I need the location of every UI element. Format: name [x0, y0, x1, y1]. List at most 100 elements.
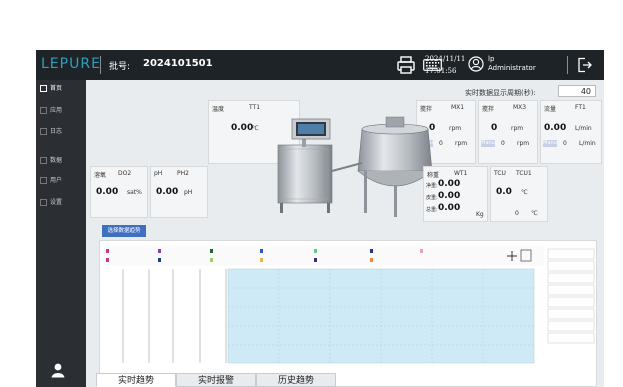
refresh-period-label: 实时数据显示周期(秒): — [465, 89, 536, 97]
sidebar-item-settings[interactable]: 设置 — [40, 196, 62, 210]
card-caption: 温度 — [212, 106, 225, 113]
tcu-value: 0.0 — [496, 187, 512, 197]
manual-button[interactable]: Manu — [543, 140, 557, 147]
sidebar-item-apps[interactable]: 应用 — [40, 104, 62, 118]
user-icon[interactable] — [468, 56, 484, 72]
mixer3-card: 搅拌 MX3 0 rpm Manu 0 rpm — [478, 100, 538, 164]
plot-area[interactable] — [227, 268, 535, 364]
chart-legend — [104, 246, 544, 266]
card-tag: TT1 — [249, 104, 261, 111]
print-icon[interactable] — [396, 55, 416, 75]
card-caption: pH — [154, 170, 163, 177]
trend-chart-panel — [99, 240, 597, 387]
user-name: lp — [488, 55, 495, 63]
sidebar-item-label: 应用 — [50, 107, 63, 114]
net-weight-label: 净重: — [426, 183, 438, 189]
ph-value: 0.00 — [156, 187, 179, 197]
zoom-button[interactable] — [547, 320, 595, 332]
trend-chart — [104, 246, 595, 364]
tare-weight-value: 0.00 — [438, 191, 461, 201]
mixer3-manual-unit: rpm — [517, 140, 530, 147]
flow-value: 0.00 — [544, 123, 567, 133]
flow-unit: L/min — [575, 125, 592, 132]
batch-number: 2024101501 — [143, 58, 213, 69]
operator-icon — [51, 363, 65, 378]
card-tag: MX3 — [513, 104, 527, 111]
settings-icon — [40, 199, 47, 206]
home-icon — [40, 85, 47, 92]
dissolved-oxygen-card: 溶氧 DO2 0.00 sat% — [90, 166, 148, 218]
sidebar-item-label: 首页 — [50, 85, 63, 92]
batch-label: 批号: — [109, 62, 131, 72]
mixer3-value: 0 — [491, 123, 498, 133]
sidebar-item-logs[interactable]: 日志 — [40, 125, 62, 139]
current-date: 2024/11/11 — [425, 55, 466, 63]
users-icon — [40, 177, 47, 184]
pan-button[interactable] — [547, 308, 595, 320]
flow-card: 流量 FT1 0.00 L/min Manu 0 L/min — [540, 100, 602, 164]
weight-card: 称重 WT1 净重: 0.00 皮重: 0.00 总重: 0.00 Kg — [423, 166, 488, 222]
mixer3-manual-value: 0 — [501, 140, 505, 147]
scale-x-button[interactable] — [547, 272, 595, 284]
card-tag: PH2 — [177, 170, 189, 177]
sidebar-item-label: 设置 — [50, 199, 63, 206]
tare-weight-label: 皮重: — [426, 195, 438, 201]
select-trend-button[interactable]: 选择数据趋势 — [102, 225, 146, 237]
tcu-unit: ℃ — [521, 189, 528, 196]
flow-manual-unit: L/min — [579, 140, 596, 147]
card-tag: MX1 — [451, 104, 465, 111]
sidebar-item-home[interactable]: 首页 — [40, 82, 62, 96]
refresh-period-input[interactable]: 40 — [558, 85, 596, 97]
manual-button[interactable]: Manu — [481, 140, 495, 147]
user-role: Administrator — [488, 64, 536, 72]
temperature-value: 0.00 — [231, 123, 254, 133]
gross-weight-value: 0.00 — [438, 203, 461, 213]
dashboard: 实时数据显示周期(秒): 40 温度 TT1 0.00 ℃ 搅拌 MX1 0 r… — [86, 80, 604, 387]
card-caption: 搅拌 — [482, 106, 495, 113]
card-tag: WT1 — [454, 170, 468, 177]
card-tag: FT1 — [575, 104, 586, 111]
logout-icon[interactable] — [577, 57, 593, 73]
flow-manual-value: 0 — [563, 140, 567, 147]
mixer1-unit: rpm — [449, 125, 462, 132]
tcu-setpoint-unit: ℃ — [531, 210, 538, 217]
mixer1-manual-unit: rpm — [455, 140, 468, 147]
chart-controls — [547, 248, 595, 344]
sidebar-item-users[interactable]: 用户 — [40, 174, 62, 188]
oxygen-unit: sat% — [127, 189, 142, 196]
sidebar-item-label: 数据 — [50, 157, 63, 164]
current-time: 17:01:56 — [425, 67, 457, 75]
sidebar-item-label: 日志 — [50, 128, 63, 135]
refresh-button[interactable] — [547, 296, 595, 308]
data-icon — [40, 157, 47, 164]
sidebar-item-label: 用户 — [50, 177, 63, 184]
ph-card: pH PH2 0.00 pH — [150, 166, 208, 218]
zoom-in-button[interactable] — [547, 248, 595, 260]
tab-realtime-trend[interactable]: 实时趋势 — [96, 373, 176, 387]
apps-icon — [40, 107, 47, 114]
user-info: lp Administrator — [488, 55, 536, 73]
log-icon — [40, 128, 47, 135]
shrink-button[interactable] — [547, 332, 595, 344]
scale-y-button[interactable] — [547, 284, 595, 296]
mixer3-unit: rpm — [511, 125, 524, 132]
net-weight-value: 0.00 — [438, 179, 461, 189]
app-window: LEPURE 批号: 2024101501 2024/11/11 17:01:5… — [36, 50, 604, 387]
card-caption: 称重 — [427, 172, 440, 179]
tab-realtime-alarm[interactable]: 实时报警 — [176, 373, 256, 387]
ph-unit: pH — [184, 189, 193, 196]
divider — [100, 56, 101, 74]
tcu-setpoint-value: 0 — [515, 210, 519, 217]
card-tag: DO2 — [118, 170, 132, 177]
card-tag: TCU1 — [516, 170, 532, 177]
top-bar: LEPURE 批号: 2024101501 2024/11/11 17:01:5… — [36, 50, 604, 80]
card-caption: TCU — [494, 170, 506, 177]
zoom-ratio-button[interactable] — [547, 260, 595, 272]
card-caption: 流量 — [544, 106, 557, 113]
logo: LEPURE — [41, 56, 101, 72]
y-axes — [122, 269, 227, 363]
tab-history-trend[interactable]: 历史趋势 — [256, 373, 336, 387]
weight-unit: Kg — [476, 211, 484, 218]
tcu-card: TCU TCU1 0.0 ℃ 0 ℃ — [490, 166, 548, 222]
sidebar-item-data[interactable]: 数据 — [40, 154, 62, 168]
